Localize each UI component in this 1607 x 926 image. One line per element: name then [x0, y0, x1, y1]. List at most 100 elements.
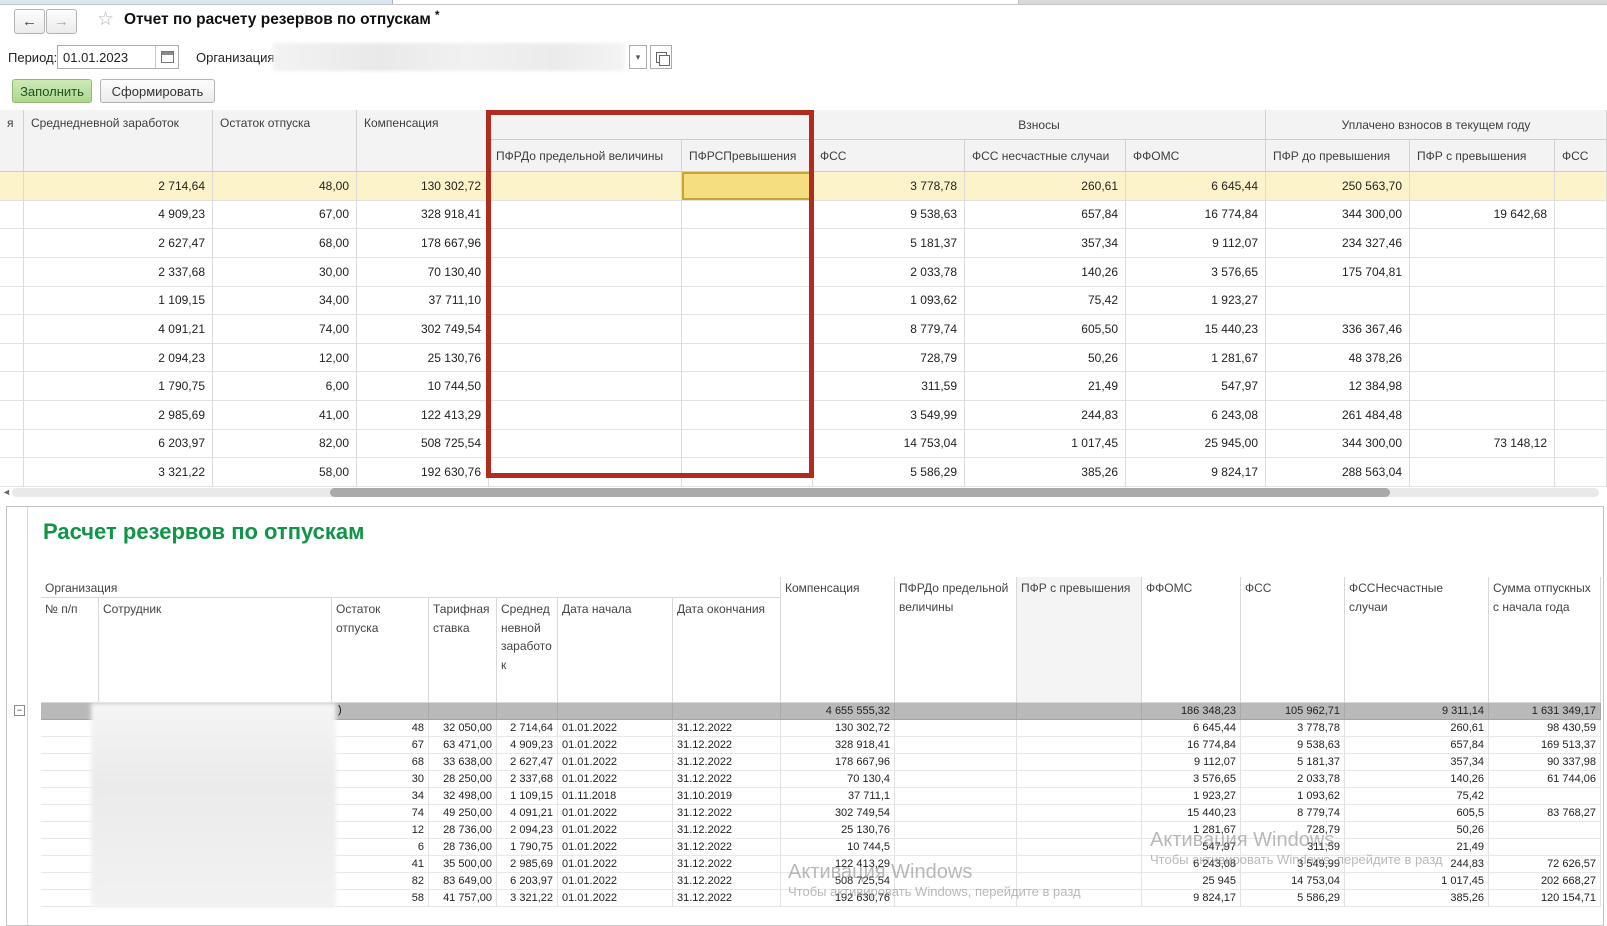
cell[interactable] [1555, 172, 1607, 201]
cell[interactable]: 31.12.2022 [673, 720, 781, 737]
group-total-cell[interactable] [895, 703, 1017, 720]
cell[interactable]: 50,26 [1345, 822, 1489, 839]
group-total-cell[interactable]: 1 631 349,17 [1489, 703, 1601, 720]
cell[interactable] [489, 458, 682, 487]
cell[interactable] [682, 258, 813, 287]
cell[interactable]: 4 091,21 [497, 805, 558, 822]
cell[interactable]: 32 498,00 [429, 788, 497, 805]
cell[interactable] [1489, 839, 1601, 856]
back-button[interactable]: ← [14, 9, 45, 34]
cell[interactable]: 9 824,17 [1126, 458, 1266, 487]
cell[interactable]: 48 [332, 720, 429, 737]
cell[interactable]: 48 378,26 [1266, 344, 1410, 373]
cell[interactable]: 2 033,78 [813, 258, 965, 287]
cell[interactable] [1017, 873, 1142, 890]
cell[interactable]: 344 300,00 [1266, 201, 1410, 230]
cell[interactable]: 75,42 [1345, 788, 1489, 805]
cell[interactable] [895, 839, 1017, 856]
cell[interactable]: 6 203,97 [24, 430, 213, 459]
cell[interactable]: 605,50 [965, 315, 1126, 344]
cell[interactable] [682, 372, 813, 401]
cell[interactable]: 9 112,07 [1126, 229, 1266, 258]
cell[interactable]: 9 112,07 [1142, 754, 1241, 771]
cell[interactable]: 202 668,27 [1489, 873, 1601, 890]
period-input[interactable]: 01.01.2023 [57, 45, 179, 69]
cell[interactable]: 6 243,08 [1142, 856, 1241, 873]
group-total-cell[interactable]: 105 962,71 [1241, 703, 1345, 720]
cell[interactable] [895, 822, 1017, 839]
cell[interactable]: 49 250,00 [429, 805, 497, 822]
cell[interactable]: 3 321,22 [497, 890, 558, 907]
cell[interactable] [489, 172, 682, 201]
cell[interactable]: 547,97 [1142, 839, 1241, 856]
cell[interactable]: 01.01.2022 [558, 839, 673, 856]
cell[interactable]: 58,00 [213, 458, 357, 487]
cell[interactable] [0, 287, 24, 316]
cell[interactable]: 120 154,71 [1489, 890, 1601, 907]
cell[interactable]: 328 918,41 [781, 737, 895, 754]
cell[interactable] [1555, 372, 1607, 401]
cell[interactable]: 75,42 [965, 287, 1126, 316]
cell[interactable] [1489, 822, 1601, 839]
cell[interactable]: 83 768,27 [1489, 805, 1601, 822]
cell[interactable]: 344 300,00 [1266, 430, 1410, 459]
cell[interactable]: 01.11.2018 [558, 788, 673, 805]
cell[interactable] [489, 344, 682, 373]
cell[interactable]: 192 630,76 [357, 458, 489, 487]
cell[interactable]: 140,26 [1345, 771, 1489, 788]
cell[interactable]: 250 563,70 [1266, 172, 1410, 201]
cell[interactable] [1410, 458, 1555, 487]
cell[interactable]: 1 281,67 [1142, 822, 1241, 839]
cell[interactable] [1017, 822, 1142, 839]
cell[interactable]: 19 642,68 [1410, 201, 1555, 230]
cell[interactable]: 5 586,29 [1241, 890, 1345, 907]
cell[interactable] [1555, 315, 1607, 344]
cell[interactable]: 01.01.2022 [558, 890, 673, 907]
cell[interactable]: 508 725,54 [357, 430, 489, 459]
organization-open-button[interactable] [650, 45, 672, 69]
cell[interactable]: 21,49 [1345, 839, 1489, 856]
group-total-cell[interactable] [558, 703, 673, 720]
cell[interactable]: 67 [332, 737, 429, 754]
cell[interactable] [1410, 315, 1555, 344]
generate-button[interactable]: Сформировать [100, 79, 215, 103]
cell[interactable]: 16 774,84 [1142, 737, 1241, 754]
cell[interactable]: 01.01.2022 [558, 771, 673, 788]
cell[interactable] [682, 201, 813, 230]
cell[interactable]: 16 774,84 [1126, 201, 1266, 230]
cell[interactable] [1410, 229, 1555, 258]
cell[interactable]: 41 757,00 [429, 890, 497, 907]
cell[interactable]: 6 [332, 839, 429, 856]
cell[interactable]: 73 148,12 [1410, 430, 1555, 459]
cell[interactable] [682, 344, 813, 373]
cell[interactable]: 3 321,22 [24, 458, 213, 487]
cell[interactable]: 728,79 [813, 344, 965, 373]
cell[interactable] [0, 401, 24, 430]
cell[interactable]: 14 753,04 [1241, 873, 1345, 890]
cell[interactable]: 31.12.2022 [673, 856, 781, 873]
cell[interactable]: 90 337,98 [1489, 754, 1601, 771]
scroll-left-icon[interactable]: ◄ [2, 487, 11, 497]
cell[interactable]: 67,00 [213, 201, 357, 230]
cell[interactable]: 9 538,63 [813, 201, 965, 230]
group-total-cell[interactable]: 186 348,23 [1142, 703, 1241, 720]
cell[interactable] [1017, 839, 1142, 856]
cell[interactable]: 31.12.2022 [673, 890, 781, 907]
cell[interactable] [1017, 788, 1142, 805]
cell[interactable] [895, 890, 1017, 907]
cell[interactable]: 82,00 [213, 430, 357, 459]
cell[interactable]: 4 091,21 [24, 315, 213, 344]
cell[interactable]: 10 744,5 [781, 839, 895, 856]
cell[interactable]: 41,00 [213, 401, 357, 430]
group-total-cell[interactable] [332, 703, 429, 720]
cell[interactable]: 30,00 [213, 258, 357, 287]
cell[interactable]: 10 744,50 [357, 372, 489, 401]
tab-segment-active[interactable] [0, 0, 393, 4]
cell[interactable]: 83 649,00 [429, 873, 497, 890]
cell[interactable] [0, 315, 24, 344]
cell[interactable] [0, 229, 24, 258]
cell[interactable]: 21,49 [965, 372, 1126, 401]
cell[interactable]: 5 181,37 [813, 229, 965, 258]
cell[interactable] [1555, 344, 1607, 373]
cell[interactable]: 2 714,64 [497, 720, 558, 737]
